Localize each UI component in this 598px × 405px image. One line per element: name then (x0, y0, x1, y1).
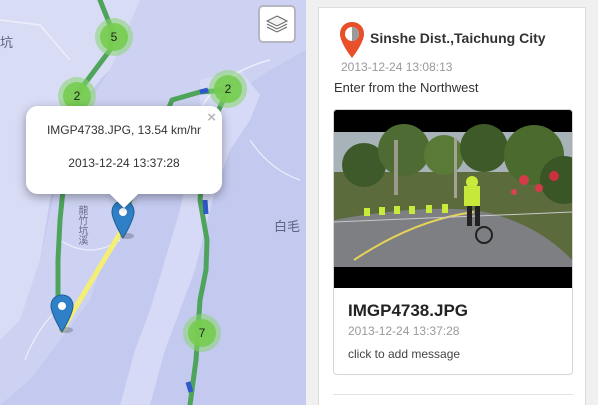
close-icon[interactable]: × (207, 109, 216, 126)
location-pin-icon (340, 22, 364, 58)
cluster-count: 7 (188, 319, 216, 347)
location-title: Sinshe Dist.,Taichung City (370, 30, 546, 46)
popup-timestamp: 2013-12-24 13:37:28 (68, 156, 180, 170)
photo-cluster[interactable]: 5 (95, 18, 133, 56)
cluster-count: 2 (214, 75, 242, 103)
photo-cluster[interactable]: 2 (209, 70, 247, 108)
layers-icon (265, 15, 289, 33)
popup-content: IMGP4738.JPG, 13.54 km/hr 2013-12-24 13:… (26, 106, 222, 194)
cluster-count: 5 (100, 23, 128, 51)
map-place-label: 白毛 (274, 220, 301, 235)
map-popup: IMGP4738.JPG, 13.54 km/hr 2013-12-24 13:… (26, 106, 222, 209)
map-road-label: 龍竹坑溪 (76, 205, 87, 245)
popup-photo-info: IMGP4738.JPG, 13.54 km/hr (46, 123, 202, 137)
map-view[interactable]: 坑 白毛 龍竹坑溪 5 2 2 7 IMGP4738.JPG, 13.54 km… (0, 0, 306, 405)
location-message: Enter from the Northwest (334, 80, 479, 95)
photo-title: IMGP4738.JPG (348, 301, 469, 320)
layers-button[interactable] (258, 5, 296, 43)
photo-timestamp: 2013-12-24 13:37:28 (348, 324, 460, 338)
map-place-label: 坑 (0, 36, 14, 51)
app-root: 坑 白毛 龍竹坑溪 5 2 2 7 IMGP4738.JPG, 13.54 km… (0, 0, 598, 405)
divider (333, 394, 573, 395)
location-timestamp: 2013-12-24 13:08:13 (341, 60, 453, 74)
map-canvas[interactable] (0, 0, 306, 405)
photo-card[interactable]: IMGP4738.JPG 2013-12-24 13:37:28 click t… (333, 109, 573, 375)
add-message-link[interactable]: click to add message (348, 347, 460, 361)
photo-cluster[interactable]: 7 (183, 314, 221, 352)
side-panel: Sinshe Dist.,Taichung City 2013-12-24 13… (318, 7, 586, 405)
photo-thumbnail[interactable] (334, 110, 572, 288)
photo-marker-pin-icon[interactable] (50, 294, 74, 334)
cycling-photo-image (334, 110, 572, 288)
